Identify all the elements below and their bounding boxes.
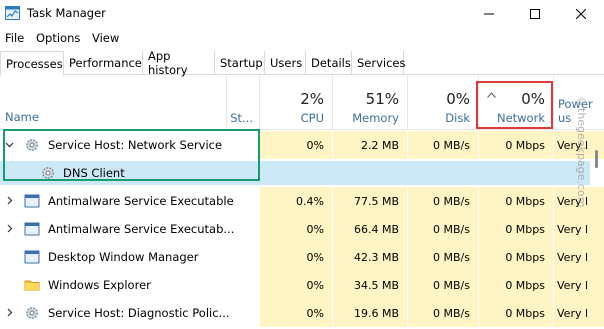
process-row[interactable]: Service Host: Diagnostic Polic... 0% 19.6 … [0,299,604,327]
cell-disk: 0 MB/s [433,306,470,320]
process-name: Windows Explorer [48,278,151,292]
shield-window-icon [24,221,40,237]
tab-performance[interactable]: Performance [64,51,143,75]
cell-network: 0 Mbps [505,278,545,292]
vertical-scrollbar[interactable] [590,130,604,329]
cell-network: 0 Mbps [505,250,545,264]
cell-memory: 77.5 MB [353,194,399,208]
menu-bar: File Options View [0,29,604,47]
folder-icon [24,277,40,293]
window-title: Task Manager [27,6,106,20]
tab-services[interactable]: Services [352,51,406,75]
chevron-right-icon[interactable] [5,308,14,320]
cell-memory: 66.4 MB [353,222,399,236]
cell-cpu: 0% [306,278,324,292]
process-row[interactable]: Desktop Window Manager 0% 42.3 MB 0 MB/s 0 M… [0,243,604,271]
cell-cpu: 0% [306,250,324,264]
cell-cpu: 0% [306,222,324,236]
process-row[interactable]: Windows Explorer 0% 34.5 MB 0 MB/s 0 Mbps Ver… [0,271,604,299]
cell-disk: 0 MB/s [433,278,470,292]
cell-cpu: 0% [306,138,324,152]
menu-file[interactable]: File [5,31,24,45]
column-name[interactable]: Name [5,110,39,124]
tab-users[interactable]: Users [265,51,306,75]
highlight-box-green [3,129,260,181]
cell-disk: 0 MB/s [433,222,470,236]
cell-network: 0 Mbps [505,306,545,320]
watermark: ©thegeekpage.com [575,95,588,208]
cell-disk: 0 MB/s [433,250,470,264]
scrollbar-thumb[interactable] [595,150,598,168]
process-name: Service Host: Diagnostic Polic... [48,306,230,320]
column-cpu[interactable]: 2% CPU [259,76,332,130]
minimize-button[interactable] [466,0,512,27]
maximize-icon [530,8,540,19]
task-manager-icon [5,6,20,20]
tab-processes[interactable]: Processes [0,51,64,76]
cell-memory: 34.5 MB [353,278,399,292]
column-memory[interactable]: 51% Memory [332,76,407,130]
process-name: Antimalware Service Executab... [48,222,235,236]
gear-icon [24,305,40,321]
cell-network: 0 Mbps [505,194,545,208]
cell-memory: 19.6 MB [353,306,399,320]
close-icon [576,8,586,19]
process-name: Desktop Window Manager [48,250,199,264]
cell-network: 0 Mbps [505,138,545,152]
cell-disk: 0 MB/s [433,194,470,208]
cell-memory: 42.3 MB [353,250,399,264]
column-status[interactable]: St... [226,76,259,130]
highlight-box-red [476,81,553,129]
close-button[interactable] [558,0,604,27]
title-bar: Task Manager [0,0,604,27]
cell-disk: 0 MB/s [433,138,470,152]
column-disk[interactable]: 0% Disk [407,76,478,130]
maximize-button[interactable] [512,0,558,27]
process-row[interactable]: Antimalware Service Executable 0.4% 77.5 M… [0,187,604,215]
tab-startup[interactable]: Startup [215,51,265,75]
tab-app-history[interactable]: App history [143,49,215,77]
chevron-right-icon[interactable] [5,224,14,236]
tab-bar: Processes Performance App history Startu… [0,49,604,77]
tab-details[interactable]: Details [306,51,352,75]
shield-window-icon [24,193,40,209]
process-name: Antimalware Service Executable [48,194,234,208]
window-icon [24,249,40,265]
menu-options[interactable]: Options [36,31,80,45]
cell-memory: 2.2 MB [360,138,399,152]
cell-cpu: 0.4% [296,194,324,208]
minimize-icon [484,13,494,14]
process-row[interactable]: Antimalware Service Executab... 0% 66.4 MB… [0,215,604,243]
cell-network: 0 Mbps [505,222,545,236]
menu-view[interactable]: View [92,31,119,45]
cell-cpu: 0% [306,306,324,320]
chevron-right-icon[interactable] [5,196,14,208]
